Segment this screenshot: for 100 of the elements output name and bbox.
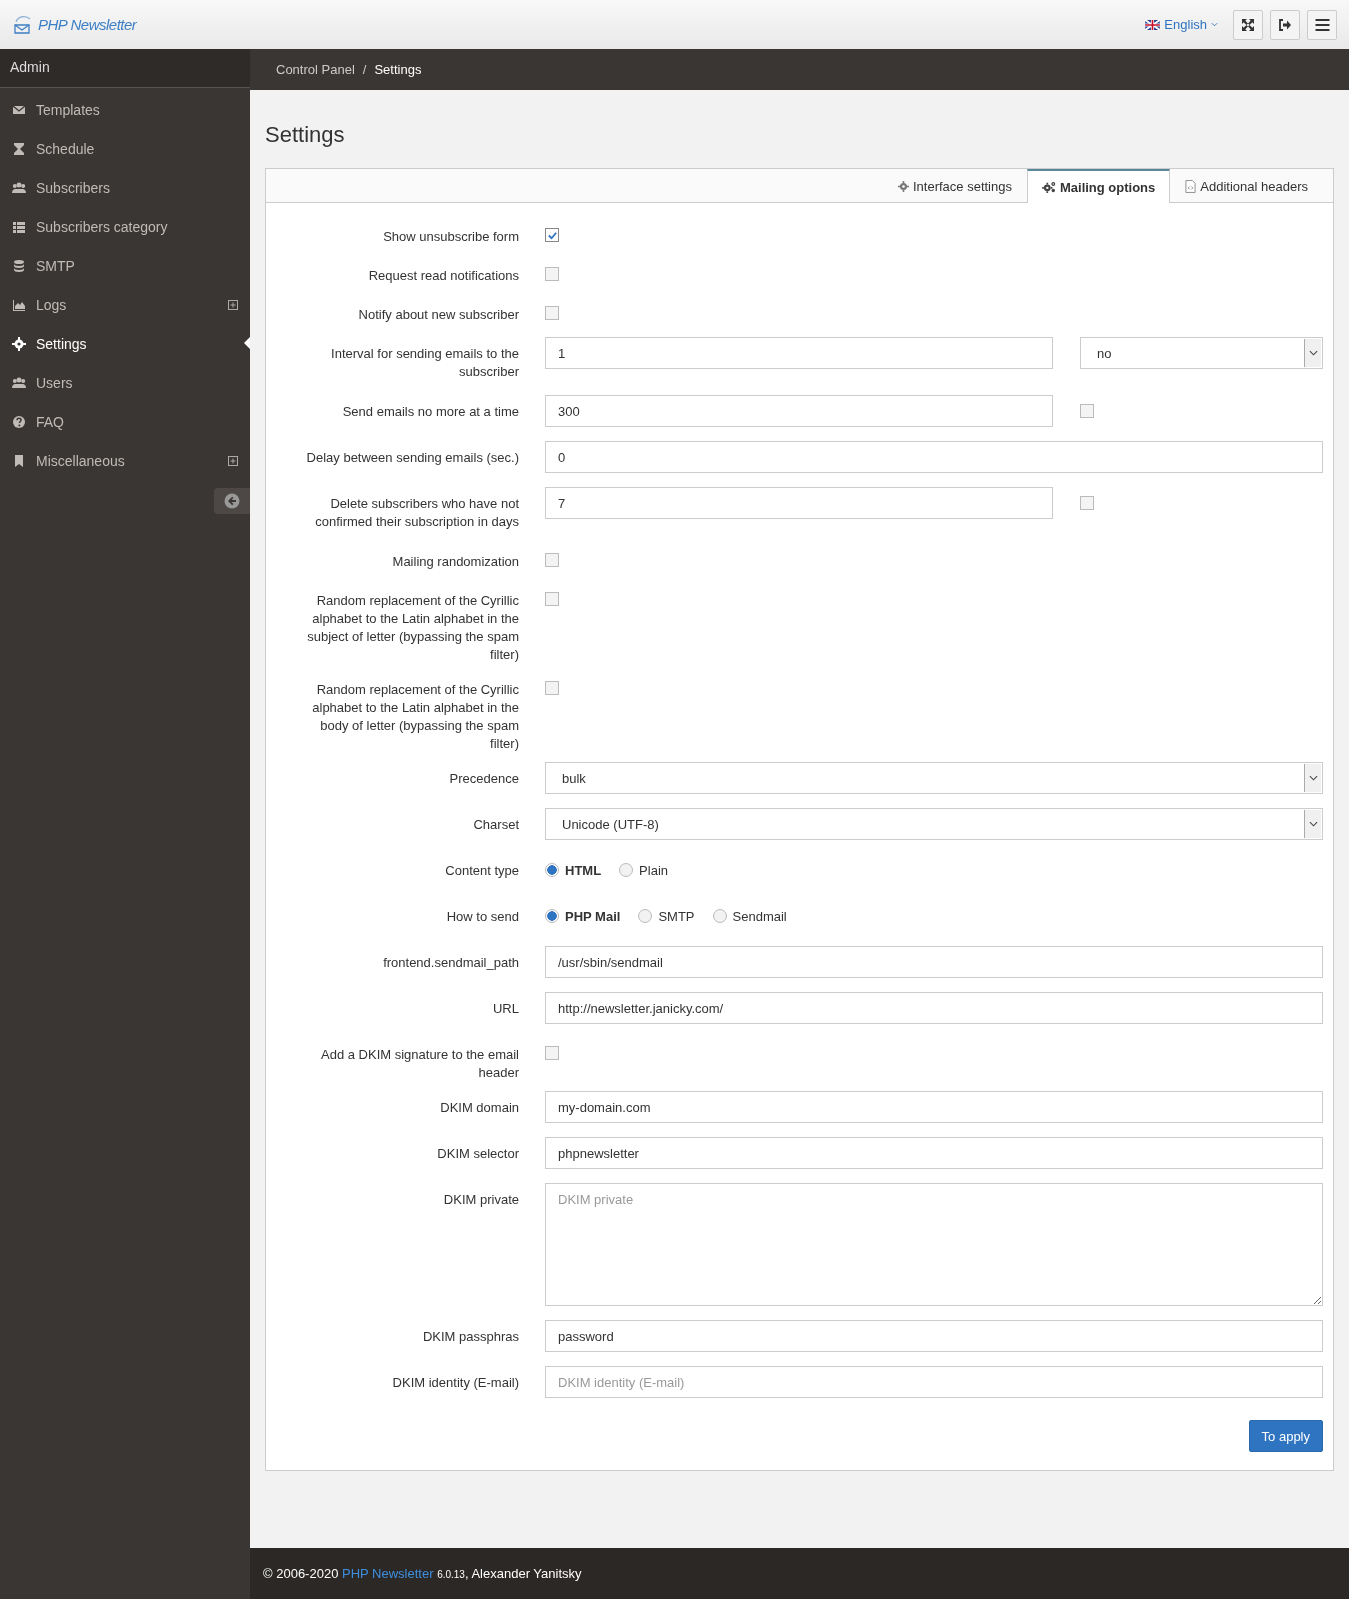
tab[interactable]: Mailing options [1026, 169, 1171, 203]
database-icon [12, 258, 26, 273]
sidebar-item[interactable]: Users [0, 363, 250, 402]
logout-button[interactable] [1270, 9, 1300, 40]
caret-icon [1308, 350, 1318, 356]
caret-icon [1308, 821, 1318, 827]
breadcrumb-separator: / [362, 62, 367, 77]
radio-button[interactable] [712, 909, 727, 923]
field-label: DKIM identity (E-mail) [391, 1374, 519, 1392]
radio-label[interactable]: PHP Mail [565, 908, 621, 924]
sidebar-item[interactable]: SMTP [0, 246, 250, 285]
select-field[interactable]: no [1080, 337, 1323, 369]
settings-icon [897, 180, 909, 192]
bookmark-icon [12, 453, 26, 468]
sidebar-item[interactable]: Logs [0, 285, 250, 324]
field-label: DKIM passphras [421, 1328, 519, 1346]
breadcrumb-link[interactable]: Control Panel [276, 62, 355, 77]
flag-icon [1145, 19, 1161, 30]
input-field[interactable]: my-domain.com [545, 1091, 1323, 1123]
field-label: Request read notifications [367, 267, 519, 285]
input-field[interactable]: 7 [545, 487, 1053, 519]
settings-icon [12, 336, 26, 351]
checkbox[interactable] [545, 553, 559, 567]
input-field[interactable]: http://newsletter.janicky.com/ [545, 992, 1323, 1024]
input-field[interactable]: 0 [545, 441, 1323, 473]
breadcrumb-link[interactable]: Settings [374, 62, 422, 77]
field-label: Interval for sending emails to the subscriber [330, 345, 519, 381]
field-label: DKIM domain [439, 1099, 519, 1117]
expand-icon[interactable] [228, 455, 238, 466]
tab[interactable]: Interface settings [882, 169, 1027, 202]
checkbox[interactable] [545, 267, 559, 281]
input-field[interactable]: DKIM identity (E-mail) [545, 1366, 1323, 1398]
field-label: DKIM private [442, 1191, 519, 1209]
radio-label[interactable]: Plain [639, 862, 669, 878]
field-label: Random replacement of the Cyrillic alphabet to the Latin alphabet in the body of letter (bypassing the spam filter) [311, 681, 519, 753]
checkbox[interactable] [545, 681, 559, 695]
radio-button[interactable] [545, 909, 559, 923]
users-icon [12, 375, 26, 390]
menu-icon [1314, 18, 1330, 31]
field-label: Delete subscribers who have not confirmed their subscription in days [314, 495, 519, 531]
radio-button[interactable] [638, 909, 653, 923]
tab[interactable]: Additional headers [1170, 169, 1323, 202]
checkbox[interactable] [545, 592, 559, 606]
field-label: Show unsubscribe form [382, 228, 519, 246]
caret-icon [1211, 22, 1218, 27]
language-dropdown[interactable]: English [1145, 17, 1226, 32]
field-label: Delay between sending emails (sec.) [305, 449, 519, 467]
text-area[interactable]: DKIM private [545, 1183, 1323, 1306]
expand-arrows-icon [1241, 17, 1255, 32]
list-icon [12, 219, 26, 234]
checkbox[interactable] [1080, 496, 1094, 510]
radio-label[interactable]: HTML [565, 862, 602, 878]
sidebar-item[interactable]: Miscellaneous [0, 441, 250, 480]
code-file-icon [1185, 179, 1197, 193]
sidebar-item[interactable]: Subscribers [0, 168, 250, 207]
fullscreen-button[interactable] [1233, 9, 1263, 40]
checkbox[interactable] [545, 1046, 559, 1060]
users-icon [12, 180, 26, 195]
select-field[interactable]: Unicode (UTF-8) [545, 808, 1323, 840]
input-field[interactable]: phpnewsletter [545, 1137, 1323, 1169]
input-field[interactable]: 300 [545, 395, 1053, 427]
logo-text[interactable]: PHP Newsletter [38, 16, 137, 33]
arrow-left-icon [224, 493, 240, 509]
field-label: Notify about new subscriber [357, 306, 519, 324]
field-label: Charset [472, 816, 519, 834]
field-label: Send emails no more at a time [341, 403, 519, 421]
field-label: Random replacement of the Cyrillic alphabet to the Latin alphabet in the subject of letter (bypassing the spam filter) [306, 592, 519, 664]
field-label: URL [492, 1000, 519, 1018]
input-field[interactable]: 1 [545, 337, 1053, 369]
checkbox[interactable] [1080, 404, 1094, 418]
caret-icon [1308, 775, 1318, 781]
field-label: Precedence [448, 770, 519, 788]
gears-icon [1041, 181, 1056, 193]
field-label: frontend.sendmail_path [382, 954, 519, 972]
checkbox[interactable] [545, 228, 559, 242]
field-label: Content type [444, 862, 519, 880]
footer-link[interactable]: PHP Newsletter [342, 1566, 434, 1581]
page-title: Settings [265, 122, 346, 148]
radio-label[interactable]: Sendmail [732, 908, 787, 924]
hourglass-icon [12, 141, 26, 156]
select-field[interactable]: bulk [545, 762, 1323, 794]
sidebar-item[interactable]: Schedule [0, 129, 250, 168]
copyright-text: © 2006-2020 PHP Newsletter 6.0.13, Alexander Yanitsky [263, 1566, 582, 1581]
checkbox[interactable] [545, 306, 559, 320]
collapse-sidebar-button[interactable] [214, 488, 250, 514]
menu-button[interactable] [1307, 9, 1337, 40]
radio-button[interactable] [545, 863, 559, 877]
radio-button[interactable] [619, 863, 634, 877]
sidebar-title: Admin [0, 49, 250, 88]
sidebar-item[interactable]: Templates [0, 90, 250, 129]
apply-button[interactable]: To apply [1248, 1420, 1323, 1452]
input-field[interactable]: password [545, 1320, 1323, 1352]
expand-icon[interactable] [228, 299, 238, 310]
sidebar-item[interactable]: FAQ [0, 402, 250, 441]
radio-label[interactable]: SMTP [658, 908, 695, 924]
field-label: Add a DKIM signature to the email header [320, 1046, 519, 1082]
input-field[interactable]: /usr/sbin/sendmail [545, 946, 1323, 978]
field-label: Mailing randomization [391, 553, 519, 571]
sidebar-item[interactable]: Subscribers category [0, 207, 250, 246]
field-label: DKIM selector [436, 1145, 519, 1163]
